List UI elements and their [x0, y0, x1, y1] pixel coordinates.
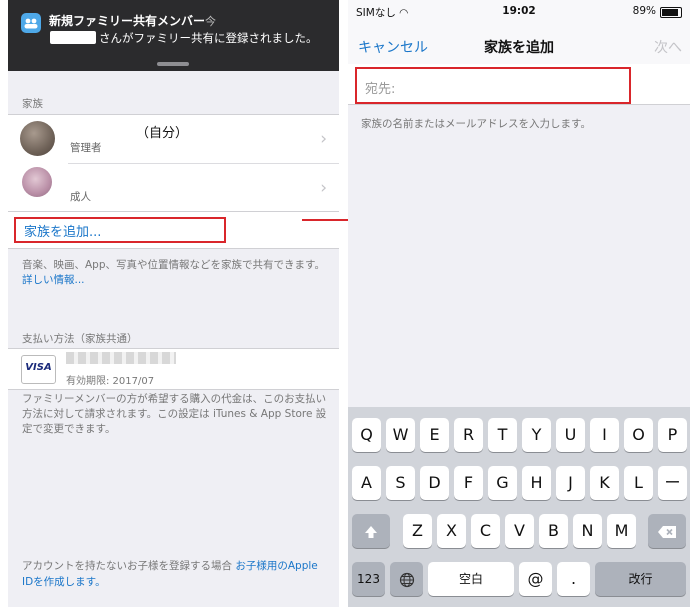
notification-time: 今: [205, 15, 216, 28]
child-account-note: アカウントを持たないお子様を登録する場合 お子様用のApple IDを作成します…: [22, 558, 332, 590]
key-j[interactable]: J: [556, 466, 585, 500]
key-y[interactable]: Y: [522, 418, 551, 452]
family-sharing-icon: [21, 13, 41, 33]
key-n[interactable]: N: [573, 514, 602, 548]
key-o[interactable]: O: [624, 418, 653, 452]
chevron-right-icon: ›: [320, 178, 327, 198]
share-note-text: 音楽、映画、App、写真や位置情報などを家族で共有できます。: [22, 259, 325, 271]
key-b[interactable]: B: [539, 514, 568, 548]
next-button[interactable]: 次へ: [654, 37, 682, 57]
recipient-label: 宛先:: [365, 82, 396, 97]
member-role: 成人: [70, 191, 91, 203]
recipient-hint: 家族の名前またはメールアドレスを入力します。: [361, 118, 591, 130]
key-p[interactable]: P: [658, 418, 687, 452]
space-key[interactable]: 空白: [428, 562, 514, 596]
key-x[interactable]: X: [437, 514, 466, 548]
shift-icon: [365, 525, 377, 538]
numbers-key[interactable]: 123: [352, 562, 385, 596]
key-t[interactable]: T: [488, 418, 517, 452]
page-title: 家族を追加: [484, 40, 554, 56]
avatar: [20, 121, 55, 156]
learn-more-link[interactable]: 詳しい情報...: [22, 274, 85, 286]
notification-title: 新規ファミリー共有メンバー: [49, 14, 206, 28]
key-long-vowel[interactable]: ー: [658, 466, 687, 500]
payment-description: ファミリーメンバーの方が希望する購入の代金は、このお支払い方法に対して請求されま…: [22, 393, 327, 435]
member-row-self[interactable]: （自分） 管理者 ›: [8, 115, 339, 163]
key-l[interactable]: L: [624, 466, 653, 500]
card-expiry: 有効期限: 2017/07: [66, 376, 155, 387]
key-g[interactable]: G: [488, 466, 517, 500]
globe-icon: [399, 572, 414, 587]
status-bar: SIMなし ◠ 19:02 89%: [348, 0, 690, 22]
card-brand: VISA: [25, 362, 52, 373]
add-family-button[interactable]: 家族を追加...: [24, 221, 101, 240]
key-u[interactable]: U: [556, 418, 585, 452]
family-member-list: （自分） 管理者 › 成人 ›: [8, 114, 339, 212]
highlight-box: [355, 67, 631, 104]
family-sharing-screen: 新規ファミリー共有メンバー 今 さんがファミリー共有に登録されました。 家族 （…: [8, 0, 339, 607]
key-d[interactable]: D: [420, 466, 449, 500]
notification-handle[interactable]: [157, 62, 189, 66]
share-description: 音楽、映画、App、写真や位置情報などを家族で共有できます。 詳しい情報...: [22, 258, 332, 288]
payment-section-header: 支払い方法（家族共通）: [22, 333, 138, 345]
add-family-screen: SIMなし ◠ 19:02 89% キャンセル 家族を追加 次へ 宛先: 家族の…: [348, 0, 690, 607]
key-e[interactable]: E: [420, 418, 449, 452]
shift-key[interactable]: [352, 514, 390, 548]
key-v[interactable]: V: [505, 514, 534, 548]
key-c[interactable]: C: [471, 514, 500, 548]
globe-key[interactable]: [390, 562, 423, 596]
key-a[interactable]: A: [352, 466, 381, 500]
dot-key[interactable]: .: [557, 562, 590, 596]
battery-percent: 89%: [632, 5, 656, 17]
key-k[interactable]: K: [590, 466, 619, 500]
redacted-card-number: [66, 352, 176, 364]
key-i[interactable]: I: [590, 418, 619, 452]
delete-key[interactable]: [648, 514, 686, 548]
kids-note-text: アカウントを持たないお子様を登録する場合: [22, 560, 236, 572]
member-role: 管理者: [70, 142, 102, 154]
notification-body: さんがファミリー共有に登録されました。: [99, 31, 318, 45]
battery-icon: [660, 7, 682, 18]
key-m[interactable]: M: [607, 514, 636, 548]
avatar: [22, 167, 52, 197]
key-s[interactable]: S: [386, 466, 415, 500]
delete-icon: [658, 525, 676, 538]
redacted-name: [50, 31, 96, 44]
member-row-adult[interactable]: 成人 ›: [8, 164, 339, 212]
chevron-right-icon: ›: [320, 129, 327, 149]
notification-banner[interactable]: 新規ファミリー共有メンバー 今 さんがファミリー共有に登録されました。: [8, 0, 339, 71]
keyboard: Q W E R T Y U I O P A S D F G H J K L ー …: [348, 407, 690, 607]
key-f[interactable]: F: [454, 466, 483, 500]
key-h[interactable]: H: [522, 466, 551, 500]
key-q[interactable]: Q: [352, 418, 381, 452]
return-key[interactable]: 改行: [595, 562, 686, 596]
member-name: （自分）: [136, 126, 189, 141]
key-z[interactable]: Z: [403, 514, 432, 548]
key-w[interactable]: W: [386, 418, 415, 452]
key-r[interactable]: R: [454, 418, 483, 452]
at-key[interactable]: @: [519, 562, 552, 596]
navigation-bar: キャンセル 家族を追加 次へ: [348, 22, 690, 65]
family-section-header: 家族: [22, 98, 43, 110]
